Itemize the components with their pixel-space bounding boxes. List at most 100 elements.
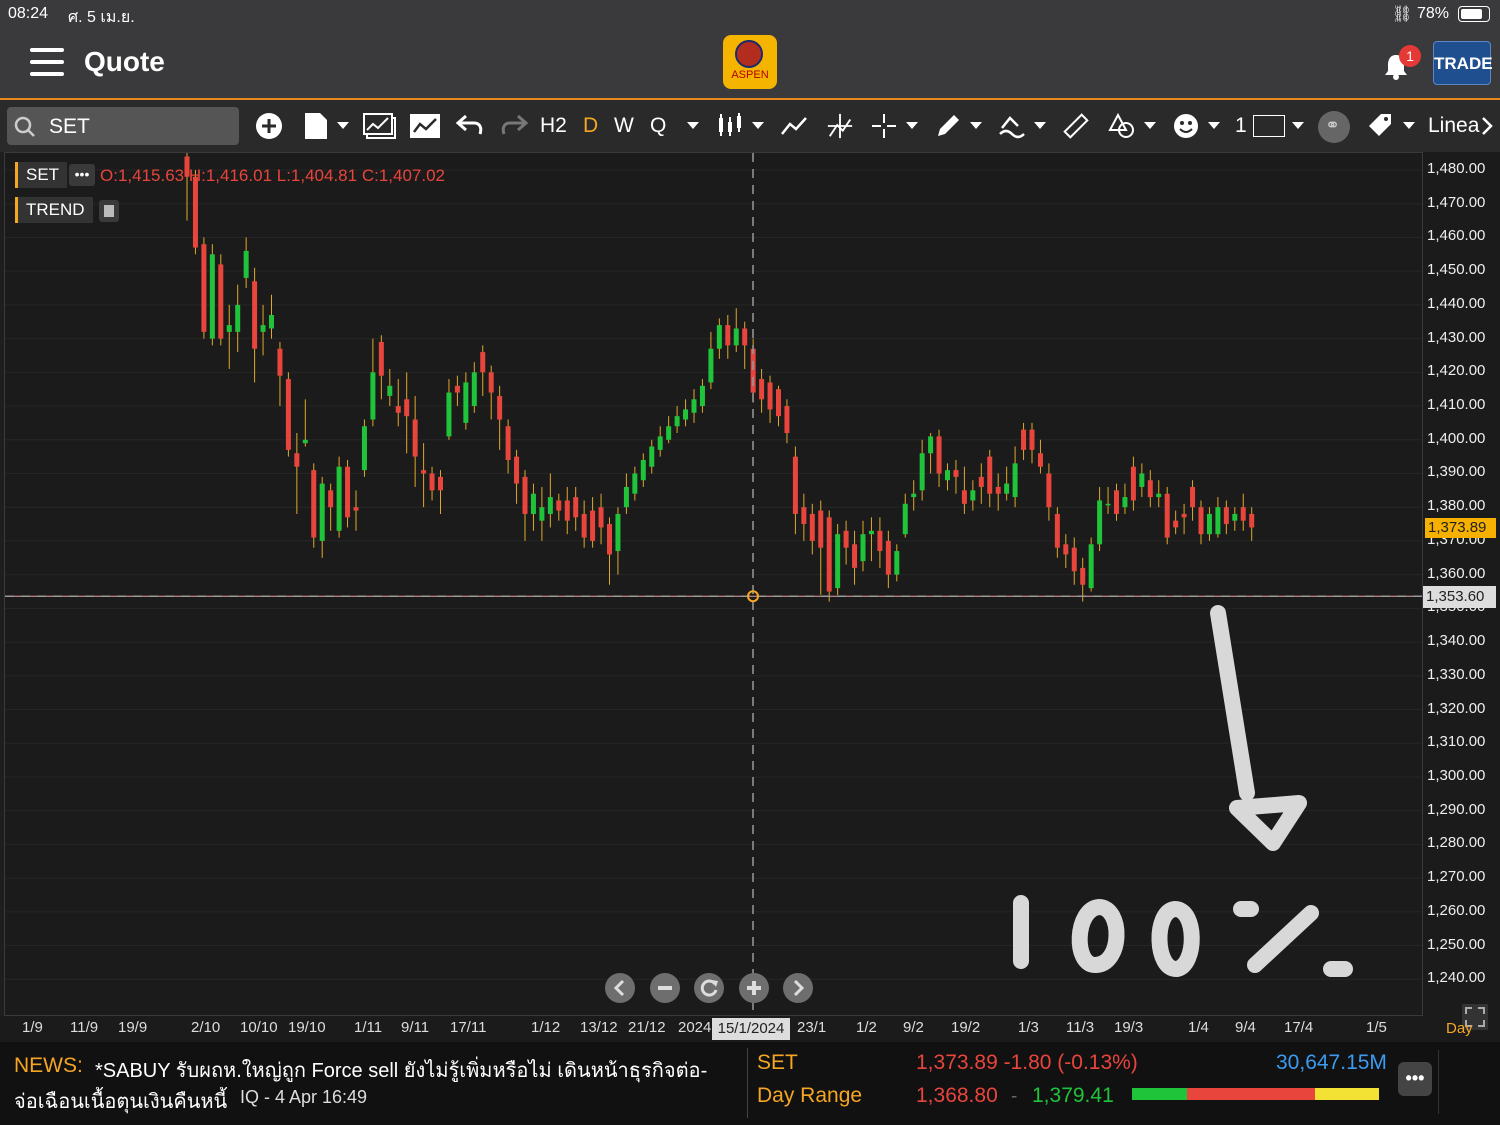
add-symbol-icon[interactable] bbox=[255, 112, 283, 140]
scale-select[interactable]: Linea bbox=[1428, 112, 1484, 140]
compare-icon[interactable] bbox=[363, 112, 397, 140]
color-swatch[interactable] bbox=[1253, 115, 1285, 137]
emoji-dropdown-icon[interactable] bbox=[1208, 122, 1220, 129]
candle-body bbox=[1215, 507, 1221, 535]
undo-icon[interactable] bbox=[456, 112, 484, 140]
period-q[interactable]: Q bbox=[650, 112, 666, 140]
handwritten-annotation: 100% bbox=[1009, 853, 1419, 1013]
candle-body bbox=[1004, 483, 1010, 494]
reset-button[interactable] bbox=[694, 973, 724, 1003]
candle-body bbox=[725, 325, 731, 346]
news-headline-line1[interactable]: *SABUY รับผถห.ใหญ่ถูก Force sell ยังไม่ร… bbox=[95, 1054, 707, 1086]
line-width[interactable]: 1 bbox=[1235, 112, 1247, 140]
indicator-icon[interactable] bbox=[409, 112, 441, 140]
scroll-right-button[interactable] bbox=[783, 973, 813, 1003]
date-tick: 19/10 bbox=[288, 1019, 326, 1036]
more-options-button[interactable]: ••• bbox=[1398, 1062, 1432, 1096]
candle-body bbox=[463, 382, 469, 423]
candle-body bbox=[1240, 507, 1246, 521]
chart-type-dropdown-icon[interactable] bbox=[752, 122, 764, 129]
handwriting-stroke bbox=[1229, 795, 1307, 851]
ruler-icon[interactable] bbox=[1062, 112, 1090, 140]
period-d[interactable]: D bbox=[583, 112, 598, 140]
news-headline-line2[interactable]: จ่อเฉือนเนื้อตุนเงินคืนหนี้ bbox=[14, 1085, 227, 1117]
candle-body bbox=[835, 534, 841, 589]
chart-type-icon[interactable] bbox=[716, 112, 744, 140]
chart-canvas[interactable]: SET ••• O:1,415.63 H:1,416.01 L:1,404.81… bbox=[4, 152, 1423, 1016]
candle-body bbox=[277, 348, 283, 376]
date-tick: 1/11 bbox=[354, 1019, 383, 1036]
pencil-dropdown-icon[interactable] bbox=[970, 122, 982, 129]
candle-body bbox=[598, 507, 604, 528]
candle-body bbox=[657, 436, 663, 450]
template-dropdown-icon[interactable] bbox=[337, 122, 349, 129]
redo-icon[interactable] bbox=[500, 112, 528, 140]
candle-body bbox=[209, 254, 215, 339]
day-range-bar bbox=[1132, 1088, 1379, 1100]
date-tick: 17/11 bbox=[450, 1019, 487, 1036]
crosshair-icon[interactable] bbox=[870, 112, 898, 140]
tag-icon[interactable] bbox=[1367, 112, 1393, 140]
crosshair-dropdown-icon[interactable] bbox=[906, 122, 918, 129]
shapes-dropdown-icon[interactable] bbox=[1144, 122, 1156, 129]
candle-body bbox=[1088, 544, 1094, 589]
candle-body bbox=[243, 250, 249, 278]
candle-body bbox=[1012, 463, 1018, 498]
candle-body bbox=[497, 395, 503, 420]
indicator-chip[interactable]: TREND bbox=[15, 197, 93, 223]
snap-icon[interactable] bbox=[825, 112, 855, 140]
candle-body bbox=[1122, 497, 1128, 508]
candle-body bbox=[269, 314, 274, 329]
price-tick: 1,460.00 bbox=[1427, 227, 1486, 245]
pencil-icon[interactable] bbox=[934, 112, 962, 140]
period-w[interactable]: W bbox=[614, 112, 634, 140]
tag-dropdown-icon[interactable] bbox=[1403, 122, 1415, 129]
link-chart-icon[interactable]: ⚭ bbox=[1318, 111, 1350, 143]
trendline-icon[interactable] bbox=[780, 112, 808, 140]
shapes-icon[interactable] bbox=[1108, 112, 1136, 140]
candle-body bbox=[471, 372, 477, 407]
range-separator: - bbox=[1011, 1086, 1018, 1107]
date-tick: 23/1 bbox=[797, 1019, 827, 1036]
trash-icon[interactable] bbox=[99, 200, 119, 222]
zoom-out-button[interactable] bbox=[650, 973, 680, 1003]
date-tick: 10/10 bbox=[240, 1019, 278, 1036]
date-tick: 1/5 bbox=[1366, 1019, 1387, 1036]
candle-body bbox=[1190, 486, 1196, 508]
page-title: Quote bbox=[84, 46, 165, 77]
wave-icon[interactable] bbox=[998, 112, 1026, 140]
trade-button[interactable]: TRADE bbox=[1433, 41, 1493, 85]
symbol-input[interactable]: SET bbox=[49, 115, 90, 139]
symbol-chip[interactable]: SET bbox=[15, 162, 68, 188]
candle-body bbox=[961, 490, 967, 504]
price-tick: 1,240.00 bbox=[1427, 969, 1486, 987]
color-dropdown-icon[interactable] bbox=[1292, 122, 1304, 129]
zoom-in-button[interactable] bbox=[739, 973, 769, 1003]
candle-body bbox=[328, 490, 334, 508]
candle-body bbox=[615, 513, 621, 552]
candle-body bbox=[733, 328, 739, 346]
date-tick: 11/3 bbox=[1066, 1019, 1095, 1036]
scroll-left-button[interactable] bbox=[605, 973, 635, 1003]
candle-body bbox=[260, 325, 266, 332]
symbol-search[interactable]: SET bbox=[7, 107, 239, 145]
candle-body bbox=[311, 470, 317, 538]
emoji-icon[interactable] bbox=[1172, 112, 1200, 140]
date-tick: 1/12 bbox=[531, 1019, 561, 1036]
period-h2[interactable]: H2 bbox=[540, 112, 567, 140]
price-axis[interactable]: 1,480.00 1,470.00 1,460.00 1,450.00 1,440.00… bbox=[1423, 152, 1500, 1016]
date-tick: 11/9 bbox=[70, 1019, 99, 1036]
search-icon bbox=[14, 116, 35, 137]
candle-body bbox=[860, 534, 866, 562]
date-axis[interactable]: 1/9 11/9 19/9 2/10 10/10 19/10 1/11 9/11 17/11 1/… bbox=[0, 1016, 1500, 1042]
template-icon[interactable] bbox=[303, 112, 329, 140]
chevron-left-icon bbox=[613, 979, 625, 997]
refresh-icon bbox=[700, 979, 718, 997]
menu-icon[interactable] bbox=[30, 48, 64, 76]
more-icon[interactable]: ••• bbox=[69, 164, 95, 186]
period-dropdown-icon[interactable] bbox=[687, 122, 699, 129]
wave-dropdown-icon[interactable] bbox=[1034, 122, 1046, 129]
handwriting-stroke bbox=[1210, 605, 1255, 801]
chevron-right-icon[interactable] bbox=[1480, 112, 1494, 140]
divider bbox=[747, 1048, 748, 1118]
